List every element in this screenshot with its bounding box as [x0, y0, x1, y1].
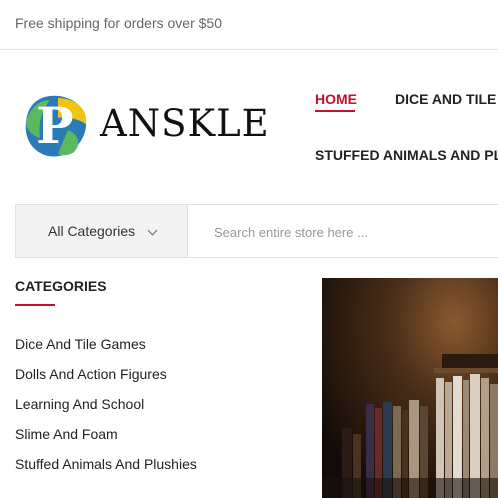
- nav-item-home[interactable]: HOME: [315, 91, 357, 107]
- search-bar: All Categories: [15, 204, 498, 258]
- category-link-slime-and-foam[interactable]: Slime And Foam: [15, 426, 197, 456]
- category-select-label: All Categories: [48, 223, 136, 239]
- nav-active-underline: [315, 110, 355, 112]
- categories-heading: CATEGORIES: [15, 278, 107, 294]
- search-input[interactable]: [212, 215, 498, 249]
- nav-item-stuffed-animals[interactable]: STUFFED ANIMALS AND PLU: [315, 147, 498, 163]
- category-link-dice-and-tile-games[interactable]: Dice And Tile Games: [15, 336, 197, 366]
- site-logo[interactable]: P ANSKLE: [24, 94, 274, 160]
- category-select[interactable]: All Categories: [16, 205, 188, 257]
- category-link-learning-and-school[interactable]: Learning And School: [15, 396, 197, 426]
- top-bar: Free shipping for orders over $50: [0, 0, 498, 50]
- chevron-down-icon: [147, 225, 158, 236]
- shipping-notice: Free shipping for orders over $50: [15, 15, 222, 31]
- logo-wordmark: ANSKLE: [100, 102, 270, 145]
- nav-item-dice-and-tile-games[interactable]: DICE AND TILE G: [395, 91, 498, 107]
- category-link-stuffed-animals-and-plushies[interactable]: Stuffed Animals And Plushies: [15, 456, 197, 486]
- logo-initial: P: [36, 96, 74, 155]
- category-list: Dice And Tile Games Dolls And Action Fig…: [15, 336, 197, 486]
- category-link-dolls-and-action-figures[interactable]: Dolls And Action Figures: [15, 366, 197, 396]
- categories-heading-underline: [15, 304, 55, 306]
- bookshelf-photo: [322, 278, 498, 498]
- hero-banner-image[interactable]: [322, 278, 498, 498]
